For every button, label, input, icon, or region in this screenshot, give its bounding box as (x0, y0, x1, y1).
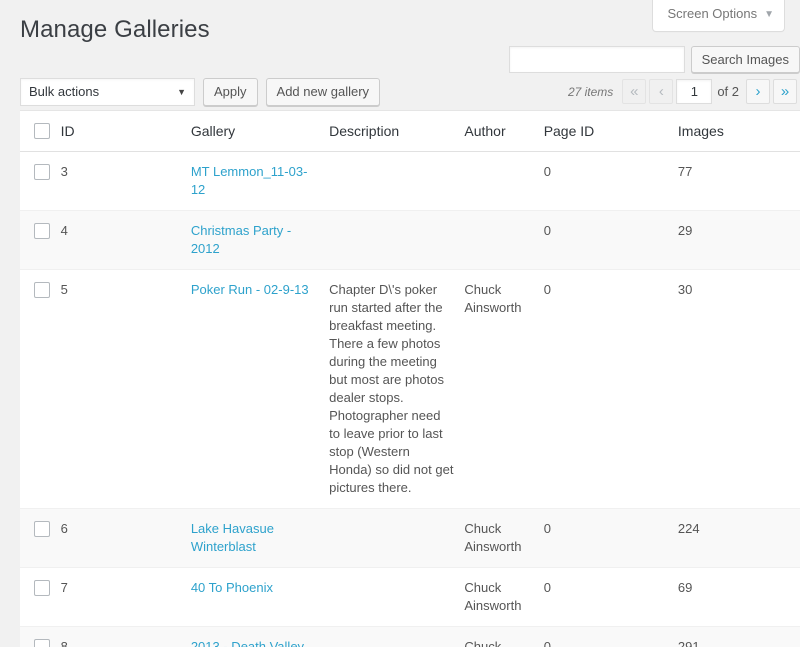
cell-id: 3 (60, 151, 191, 212)
pagination: 27 items « ‹ of 2 › » (568, 79, 800, 104)
cell-gallery: MT Lemmon_11-03-12 (190, 151, 330, 212)
gallery-link[interactable]: Poker Run - 02-9-13 (191, 282, 309, 297)
table-row: 82013 - Death Valley Chuck Ainsworth0291 (20, 626, 800, 647)
cell-images: 224 (677, 508, 800, 569)
chevron-down-icon: ▼ (177, 87, 186, 97)
column-header-gallery[interactable]: Gallery (190, 110, 330, 153)
row-select-cell (20, 508, 61, 569)
cell-images: 29 (677, 210, 800, 271)
row-select-cell (20, 567, 61, 628)
cell-images: 77 (677, 151, 800, 212)
cell-id: 5 (60, 269, 191, 510)
cell-description (329, 567, 465, 628)
row-select-cell (20, 210, 61, 271)
total-pages-label: of 2 (717, 84, 739, 99)
gallery-link[interactable]: 40 To Phoenix (191, 580, 273, 595)
cell-gallery: 40 To Phoenix (190, 567, 330, 628)
search-box: Search Images (508, 46, 800, 73)
table-row: 7 40 To Phoenix Chuck Ainsworth 0 69 (20, 567, 800, 628)
row-select-cell (20, 151, 61, 212)
cell-author: Chuck Ainsworth (464, 567, 544, 628)
table-row: 4 Christmas Party - 2012 0 29 (20, 210, 800, 271)
bulk-actions-selected-label: Bulk actions (29, 84, 100, 99)
cell-images: 69 (677, 567, 800, 628)
table-row: 6 Lake Havasue Winterblast Chuck Ainsworth… (20, 508, 800, 569)
cell-page-id: 0 (543, 151, 678, 212)
cell-id: 4 (60, 210, 191, 271)
select-all-column (20, 110, 61, 153)
apply-button[interactable]: Apply (203, 78, 258, 106)
row-checkbox[interactable] (34, 638, 50, 647)
chevron-down-icon: ▼ (764, 9, 774, 20)
search-images-button[interactable]: Search Images (690, 46, 800, 73)
prev-page-button[interactable]: ‹ (649, 79, 674, 104)
cell-gallery: 2013 - Death Valley (190, 626, 330, 647)
cell-id: 6 (60, 508, 191, 569)
cell-images: 30 (677, 269, 800, 510)
cell-description (329, 626, 465, 647)
cell-page-id: 0 (543, 626, 678, 647)
page-title: Manage Galleries (20, 16, 210, 43)
gallery-link[interactable]: Lake Havasue Winterblast (191, 521, 274, 554)
row-checkbox[interactable] (34, 163, 50, 180)
cell-author: Chuck Ainsworth (464, 626, 544, 647)
cell-page-id: 0 (543, 508, 678, 569)
column-header-id[interactable]: ID (60, 110, 191, 153)
cell-author: Chuck Ainsworth (464, 269, 544, 510)
column-header-page-id[interactable]: Page ID (543, 110, 678, 153)
cell-gallery: Poker Run - 02-9-13 (190, 269, 330, 510)
cell-author: Chuck Ainsworth (464, 508, 544, 569)
add-new-gallery-button[interactable]: Add new gallery (265, 78, 381, 106)
cell-id: 8 (60, 626, 191, 647)
cell-description (329, 151, 465, 212)
column-header-author[interactable]: Author (464, 110, 544, 153)
cell-description: Chapter D\'s poker run started after the… (329, 269, 465, 510)
row-select-cell (20, 269, 61, 510)
table-head: ID Gallery Description Author Page ID Im… (20, 110, 800, 153)
table-header-row: ID Gallery Description Author Page ID Im… (20, 110, 800, 153)
row-checkbox[interactable] (34, 520, 50, 537)
screen-options-tab[interactable]: Screen Options ▼ (652, 0, 785, 32)
screen-options-label: Screen Options (667, 6, 758, 21)
galleries-table: ID Gallery Description Author Page ID Im… (20, 110, 800, 647)
column-header-description[interactable]: Description (329, 110, 465, 153)
select-all-checkbox[interactable] (34, 123, 50, 140)
row-checkbox[interactable] (34, 579, 50, 596)
cell-gallery: Christmas Party - 2012 (190, 210, 330, 271)
bulk-actions-group: Bulk actions ▼ Apply Add new gallery (20, 78, 381, 106)
cell-gallery: Lake Havasue Winterblast (190, 508, 330, 569)
items-count: 27 items (567, 84, 614, 99)
cell-id: 7 (60, 567, 191, 628)
search-input[interactable] (508, 46, 685, 73)
first-page-button[interactable]: « (622, 79, 647, 104)
row-checkbox[interactable] (34, 281, 50, 298)
cell-description (329, 210, 465, 271)
table-row: 5 Poker Run - 02-9-13 Chapter D\'s poker r… (20, 269, 800, 510)
cell-images: 291 (677, 626, 800, 647)
cell-page-id: 0 (543, 567, 678, 628)
table-body: 3 MT Lemmon_11-03-12 0 77 4 Christmas Party -… (20, 151, 800, 647)
current-page-input[interactable] (676, 79, 713, 104)
gallery-link[interactable]: Christmas Party - 2012 (191, 223, 291, 256)
table-nav-top: Bulk actions ▼ Apply Add new gallery 27 … (20, 78, 800, 106)
bulk-actions-select[interactable]: Bulk actions ▼ (20, 78, 195, 106)
table-row: 3 MT Lemmon_11-03-12 0 77 (20, 151, 800, 212)
cell-page-id: 0 (543, 269, 678, 510)
cell-page-id: 0 (543, 210, 678, 271)
cell-description (329, 508, 465, 569)
row-select-cell (20, 626, 61, 647)
cell-author (464, 210, 544, 271)
last-page-button[interactable]: » (773, 79, 797, 104)
column-header-images[interactable]: Images (677, 110, 800, 153)
next-page-button[interactable]: › (746, 79, 770, 104)
row-checkbox[interactable] (34, 222, 50, 239)
gallery-link[interactable]: MT Lemmon_11-03-12 (191, 164, 308, 197)
cell-author (464, 151, 544, 212)
admin-page: Screen Options ▼ Manage Galleries Search … (0, 0, 800, 647)
gallery-link[interactable]: 2013 - Death Valley (191, 639, 304, 647)
